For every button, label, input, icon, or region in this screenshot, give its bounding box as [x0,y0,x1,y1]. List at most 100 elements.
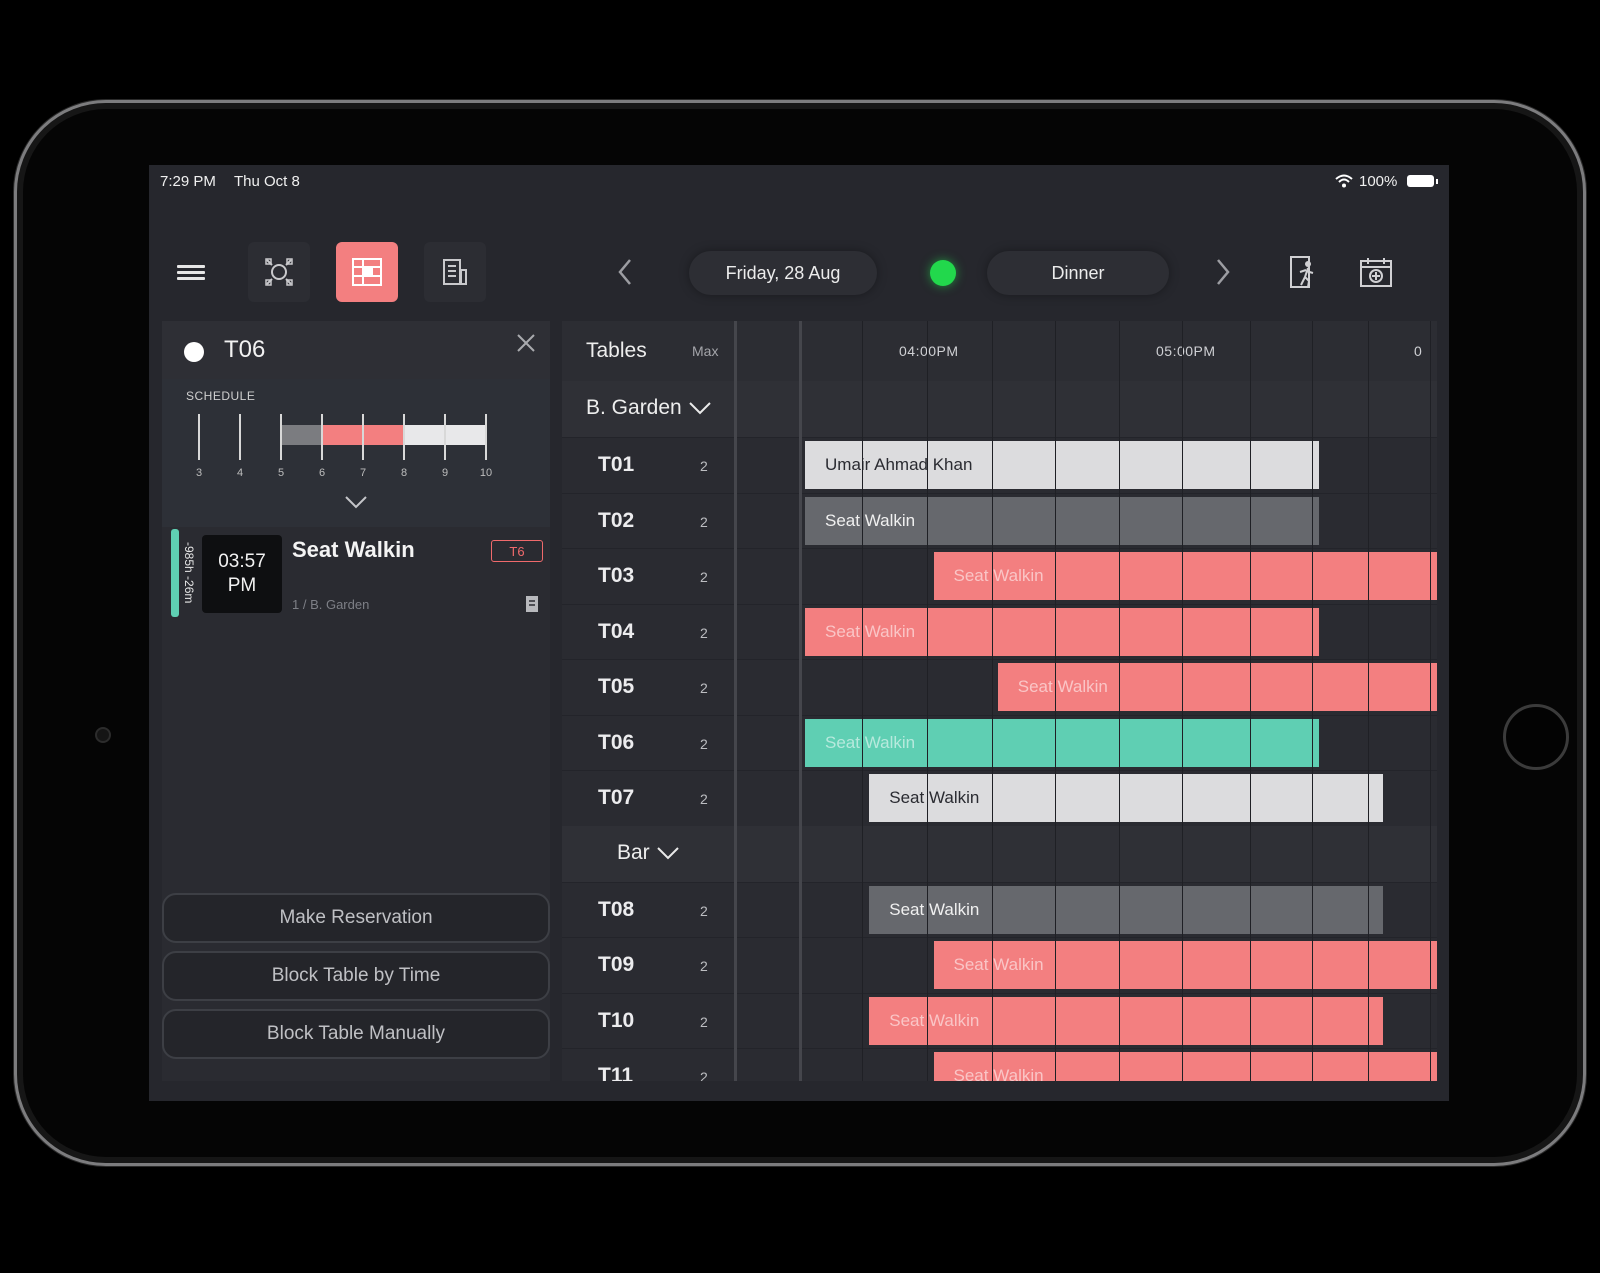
table-name: T08 [598,897,635,921]
table-max: 2 [700,958,708,974]
hamburger-icon [177,262,205,283]
table-max: 2 [700,791,708,807]
calendar-add-icon [1360,258,1392,287]
walk-in-icon [1290,256,1314,288]
table-status-dot [184,342,204,362]
floorplan-icon [265,258,293,286]
table-row[interactable]: T05 2 Seat Walkin [562,659,1437,714]
schedule-tick [444,414,446,460]
online-status-indicator [930,260,956,286]
tables-header: Tables [586,339,647,362]
table-max: 2 [700,569,708,585]
schedule-label: SCHEDULE [186,389,256,403]
prev-day-button[interactable] [605,249,645,295]
table-row[interactable]: T08 2 Seat Walkin [562,881,1437,937]
table-name: T07 [598,786,635,809]
table-name: T10 [598,1008,635,1032]
grid-line [1430,321,1431,1081]
add-booking-button[interactable] [1345,242,1407,302]
table-row[interactable]: T11 2 Seat Walkin [562,1048,1437,1081]
booking-label: Seat Walkin [1017,677,1108,696]
note-icon[interactable] [525,595,539,613]
app-screen: 7:29 PM Thu Oct 8 100% Friday, 28 Aug Di… [149,165,1449,1101]
grid-header: Tables Max 04:00PM 05:00PM 0 [562,321,1437,381]
table-max: 2 [700,1013,708,1030]
section-label: Bar [617,841,680,865]
section-name: B. Garden [586,396,682,419]
table-row[interactable]: T02 2 Seat Walkin [562,492,1437,548]
schedule-tick [362,414,364,460]
schedule-hour: 8 [400,467,408,479]
make-reservation-button[interactable]: Make Reservation [162,893,550,943]
menu-button[interactable] [160,242,222,302]
hour-label: 04:00PM [899,343,959,359]
timeline-button[interactable] [336,242,398,302]
reservation-status-bar [171,529,179,617]
list-button[interactable] [424,242,486,302]
block-table-by-time-button[interactable]: Block Table by Time [162,951,550,1001]
chevron-down-icon [689,402,711,415]
booking-block[interactable]: Seat Walkin [933,552,1437,600]
schedule-tick [485,414,487,460]
booking-block[interactable]: Seat Walkin [805,607,1319,656]
expand-schedule-icon[interactable] [344,495,368,509]
date-selector[interactable]: Friday, 28 Aug [689,251,877,295]
table-max: 2 [700,513,708,530]
hour-label: 0 [1414,343,1423,359]
booking-block[interactable]: Seat Walkin [805,718,1319,767]
booking-label: Seat Walkin [825,510,916,530]
camera [95,727,111,743]
grid-line [1312,321,1313,1081]
table-row[interactable]: T07 2 Seat Walkin [562,770,1437,825]
reservation-card[interactable]: -985h -26m 03:57 PM Seat Walkin 1 / B. G… [171,529,543,617]
walk-in-button[interactable] [1273,242,1335,302]
reservation-details: 1 / B. Garden [292,597,370,612]
table-row[interactable]: T01 2 Umair Ahmad Khan [562,437,1437,492]
grid-line [1368,321,1369,1081]
booking-block[interactable]: Seat Walkin [933,1052,1437,1081]
close-icon[interactable] [514,331,538,355]
table-row[interactable]: T10 2 Seat Walkin [562,992,1437,1048]
table-name: T03 [598,564,635,587]
booking-block[interactable]: Seat Walkin [869,885,1384,934]
reservation-time-ampm: PM [227,575,257,596]
booking-block[interactable]: Seat Walkin [997,663,1437,711]
schedule-tick [280,414,282,460]
booking-label: Umair Ahmad Khan [825,455,973,474]
list-report-icon [443,259,467,285]
next-day-button[interactable] [1203,249,1243,295]
table-name: T02 [598,508,635,532]
section-header[interactable]: B. Garden [562,381,1437,437]
table-row[interactable]: T09 2 Seat Walkin [562,937,1437,992]
battery-percent: 100% [1359,173,1398,190]
schedule-hour: 3 [195,467,203,479]
section-header[interactable]: Bar [562,825,1437,882]
table-row[interactable]: T06 2 Seat Walkin [562,714,1437,770]
table-name: T05 [598,675,635,698]
reservation-table-tag: T6 [491,540,543,562]
block-table-manually-button[interactable]: Block Table Manually [162,1009,550,1059]
schedule-hour: 10 [479,467,493,479]
table-row[interactable]: T04 2 Seat Walkin [562,603,1437,659]
schedule-tick [198,414,200,460]
reservation-time: 03:57 PM [202,535,282,613]
service-selector[interactable]: Dinner [987,251,1169,295]
floorplan-button[interactable] [248,242,310,302]
schedule-hour: 6 [318,467,326,479]
booking-label: Seat Walkin [889,788,980,807]
battery-icon [1407,175,1438,187]
booking-block[interactable]: Seat Walkin [869,996,1384,1045]
booking-block[interactable]: Seat Walkin [805,496,1319,545]
booking-block[interactable]: Seat Walkin [933,941,1437,989]
schedule-timeline: SCHEDULE 3 4 5 6 7 8 9 10 [162,379,550,527]
grid-line [1119,321,1120,1081]
panel-header: T06 [162,321,550,379]
table-row[interactable]: T03 2 Seat Walkin [562,548,1437,603]
table-max: 2 [700,458,708,474]
booking-block[interactable]: Umair Ahmad Khan [805,441,1319,489]
booking-label: Seat Walkin [825,732,916,752]
booking-label: Seat Walkin [825,621,916,641]
home-button[interactable] [1503,704,1569,770]
booking-block[interactable]: Seat Walkin [869,774,1384,822]
hour-label: 05:00PM [1156,343,1216,359]
